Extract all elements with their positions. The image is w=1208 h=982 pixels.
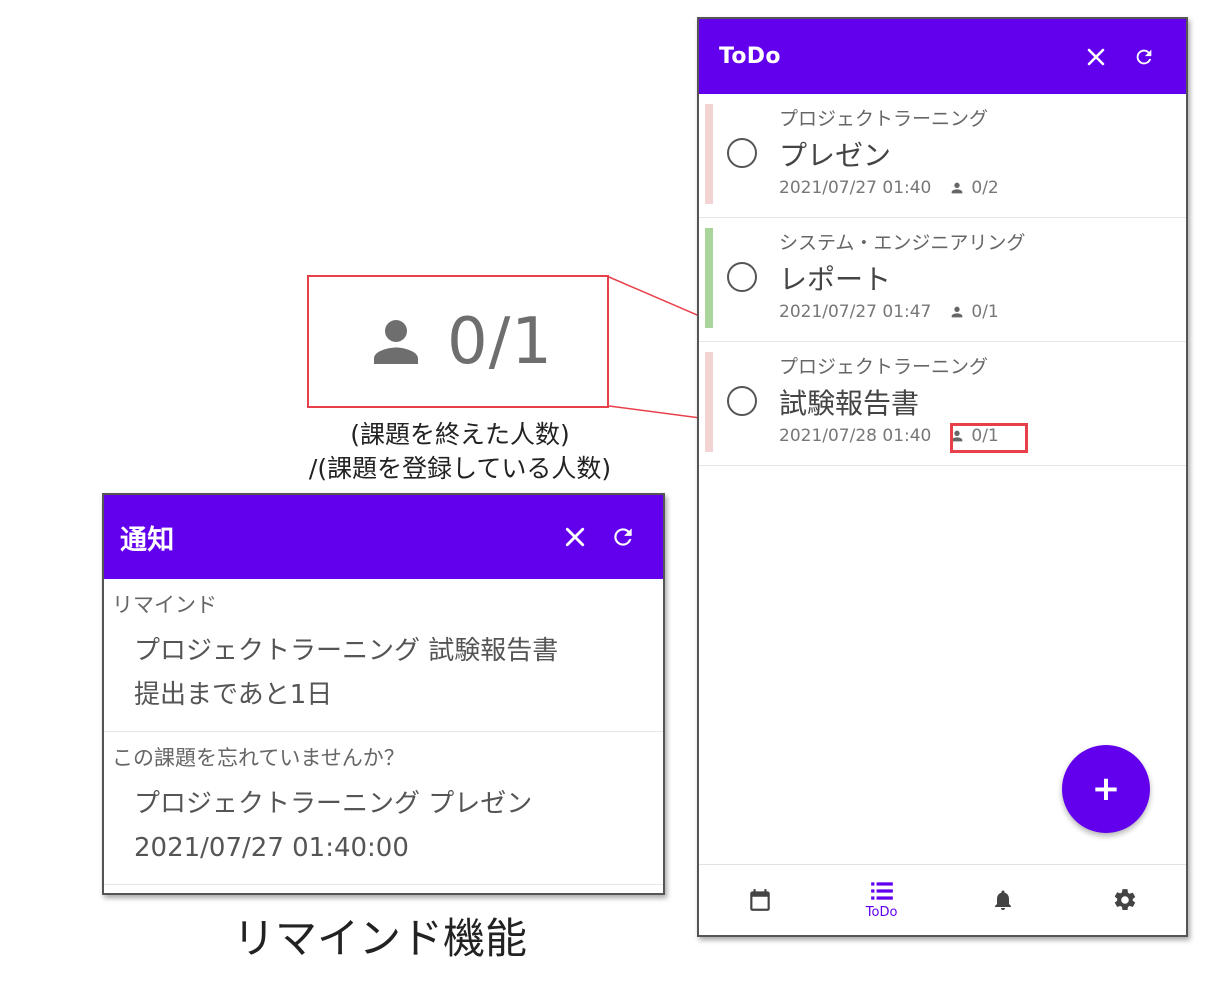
todo-screen: ToDo プロジェクトラーニング プレゼン 2021/07/27 01:40 0… <box>697 17 1188 937</box>
task-item[interactable]: プロジェクトラーニング プレゼン 2021/07/27 01:40 0/2 <box>699 94 1186 218</box>
nav-settings[interactable] <box>1064 865 1186 935</box>
course-color-stripe <box>705 228 713 328</box>
notification-line: 2021/07/27 01:40:00 <box>134 833 409 863</box>
person-icon <box>374 319 418 364</box>
task-course: プロジェクトラーニング <box>779 356 989 378</box>
notification-line: 提出まであと1日 <box>134 680 333 710</box>
nav-calendar[interactable] <box>699 865 821 935</box>
notification-app-bar: 通知 <box>104 495 663 579</box>
task-name: 試験報告書 <box>779 387 920 420</box>
close-icon[interactable] <box>551 513 599 561</box>
refresh-icon[interactable] <box>1120 33 1168 81</box>
list-icon <box>870 882 893 900</box>
notification-line: プロジェクトラーニング プレゼン <box>134 789 533 819</box>
task-people: 0/2 <box>949 178 999 198</box>
complete-checkbox[interactable] <box>727 262 757 292</box>
task-name: レポート <box>779 263 892 296</box>
notification-body: プロジェクトラーニング プレゼン 2021/07/27 01:40:00 <box>112 782 655 870</box>
task-name: プレゼン <box>779 139 892 172</box>
notification-line: プロジェクトラーニング 試験報告書 <box>134 636 559 666</box>
people-count: 0/1 <box>971 302 999 322</box>
notification-type: リマインド <box>112 593 217 617</box>
person-icon <box>952 306 963 318</box>
bottom-navigation: ToDo <box>699 864 1186 935</box>
zoom-people-count: 0/1 <box>447 304 553 379</box>
refresh-icon[interactable] <box>599 513 647 561</box>
nav-notifications[interactable] <box>943 865 1065 935</box>
complete-checkbox[interactable] <box>727 138 757 168</box>
task-meta: 2021/07/27 01:40 0/2 <box>779 178 999 198</box>
task-people: 0/1 <box>949 302 999 322</box>
course-color-stripe <box>705 352 713 452</box>
nav-todo[interactable]: ToDo <box>821 865 943 935</box>
remind-feature-caption: リマインド機能 <box>232 914 527 963</box>
gear-icon <box>1114 889 1136 911</box>
task-due: 2021/07/27 01:40 <box>779 178 932 198</box>
close-icon[interactable] <box>1072 33 1120 81</box>
people-count-highlight <box>950 423 1028 453</box>
nav-todo-label: ToDo <box>865 905 898 920</box>
caption-line-1: (課題を終えた人数) <box>350 420 570 449</box>
task-due: 2021/07/27 01:47 <box>779 302 932 322</box>
complete-checkbox[interactable] <box>727 386 757 416</box>
add-task-button[interactable]: + <box>1062 745 1150 833</box>
course-color-stripe <box>705 104 713 204</box>
task-item[interactable]: システム・エンジニアリング レポート 2021/07/27 01:47 0/1 <box>699 218 1186 342</box>
bell-icon <box>995 890 1012 910</box>
todo-title: ToDo <box>719 44 781 69</box>
notification-item[interactable]: リマインド プロジェクトラーニング 試験報告書 提出まであと1日 <box>104 579 663 732</box>
notification-title: 通知 <box>120 524 175 556</box>
people-count-zoom: 0/1 <box>307 275 609 408</box>
caption-line-2: /(課題を登録している人数) <box>308 454 612 483</box>
calendar-icon <box>750 889 770 911</box>
task-due: 2021/07/28 01:40 <box>779 426 932 446</box>
notification-screen: 通知 リマインド プロジェクトラーニング 試験報告書 提出まであと1日 この課題… <box>102 493 665 895</box>
notification-type: この課題を忘れていませんか？ <box>112 746 405 770</box>
task-course: プロジェクトラーニング <box>779 108 989 130</box>
todo-app-bar: ToDo <box>699 19 1186 94</box>
task-item[interactable]: プロジェクトラーニング 試験報告書 2021/07/28 01:40 0/1 <box>699 342 1186 466</box>
person-icon <box>952 182 963 194</box>
task-course: システム・エンジニアリング <box>779 232 1026 254</box>
people-count: 0/2 <box>971 178 999 198</box>
notification-item[interactable]: この課題を忘れていませんか？ プロジェクトラーニング プレゼン 2021/07/… <box>104 732 663 885</box>
notification-body: プロジェクトラーニング 試験報告書 提出まであと1日 <box>112 629 655 717</box>
people-count-caption: (課題を終えた人数) /(課題を登録している人数) <box>250 418 670 486</box>
task-meta: 2021/07/27 01:47 0/1 <box>779 302 999 322</box>
